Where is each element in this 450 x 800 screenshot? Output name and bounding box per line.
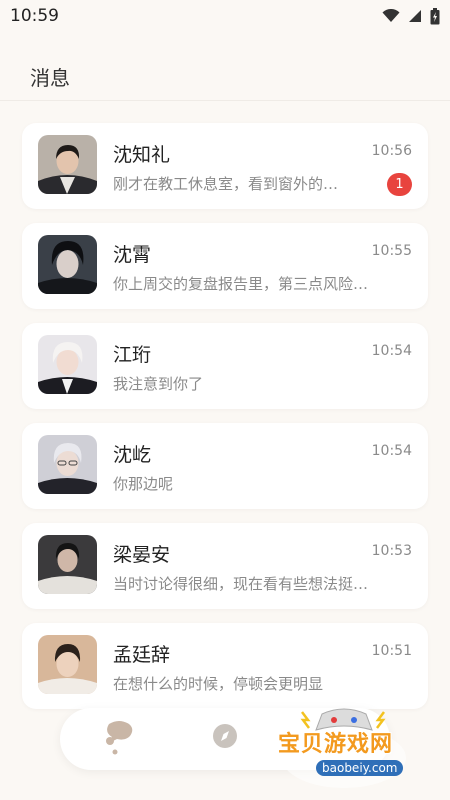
avatar [38,635,97,694]
header: 消息 [0,32,450,101]
avatar [38,135,97,194]
message-item-shen-xiao[interactable]: 沈霄 10:55 你上周交的复盘报告里，第三点风险… [22,223,428,309]
contact-name: 江珩 [113,344,152,366]
wifi-icon [382,9,400,22]
signal-icon [409,10,421,22]
message-time: 10:54 [371,343,412,359]
status-icons [382,7,440,25]
message-preview: 刚才在教工休息室，看到窗外的… [113,175,339,193]
message-preview: 在想什么的时候，停顿会更明显 [113,675,324,693]
avatar [38,335,97,394]
compass-icon [213,724,237,748]
message-item-shen-yi[interactable]: 沈屹 10:54 你那边呢 [22,423,428,509]
status-bar: 10:59 [0,0,450,32]
unread-badge: 1 [387,173,412,196]
message-preview: 我注意到你了 [113,375,204,393]
avatar [38,535,97,594]
message-preview: 你那边呢 [113,475,174,493]
avatar [38,435,97,494]
message-list: 沈知礼 10:56 刚才在教工休息室，看到窗外的… 1 沈霄 10:55 你上周… [22,123,428,723]
contact-name: 沈知礼 [113,144,171,166]
avatar [38,235,97,294]
contact-name: 孟廷辞 [113,644,171,666]
battery-icon [430,7,440,24]
status-time: 10:59 [10,6,59,26]
message-preview: 你上周交的复盘报告里，第三点风险… [113,275,369,293]
tab-messages[interactable] [95,714,145,764]
page-title: 消息 [30,66,70,90]
contact-name: 沈屹 [113,444,152,466]
message-time: 10:53 [371,543,412,559]
message-item-shen-zhili[interactable]: 沈知礼 10:56 刚才在教工休息室，看到窗外的… 1 [22,123,428,209]
message-item-liang-yanan[interactable]: 梁晏安 10:53 当时讨论得很细，现在看有些想法挺… [22,523,428,609]
watermark: 宝贝游戏网 baobeiy.com [272,700,420,792]
message-time: 10:56 [371,143,412,159]
message-time: 10:54 [371,443,412,459]
chat-bubble-icon [106,721,133,755]
message-time: 10:51 [371,643,412,659]
message-preview: 当时讨论得很细，现在看有些想法挺… [113,575,369,593]
watermark-url: baobeiy.com [316,760,404,776]
tab-discover[interactable] [200,714,250,764]
message-item-jiang-heng[interactable]: 江珩 10:54 我注意到你了 [22,323,428,409]
contact-name: 梁晏安 [113,544,171,566]
watermark-text: 宝贝游戏网 [278,732,394,757]
message-item-meng-tingci[interactable]: 孟廷辞 10:51 在想什么的时候，停顿会更明显 [22,623,428,709]
message-time: 10:55 [371,243,412,259]
contact-name: 沈霄 [113,244,152,266]
